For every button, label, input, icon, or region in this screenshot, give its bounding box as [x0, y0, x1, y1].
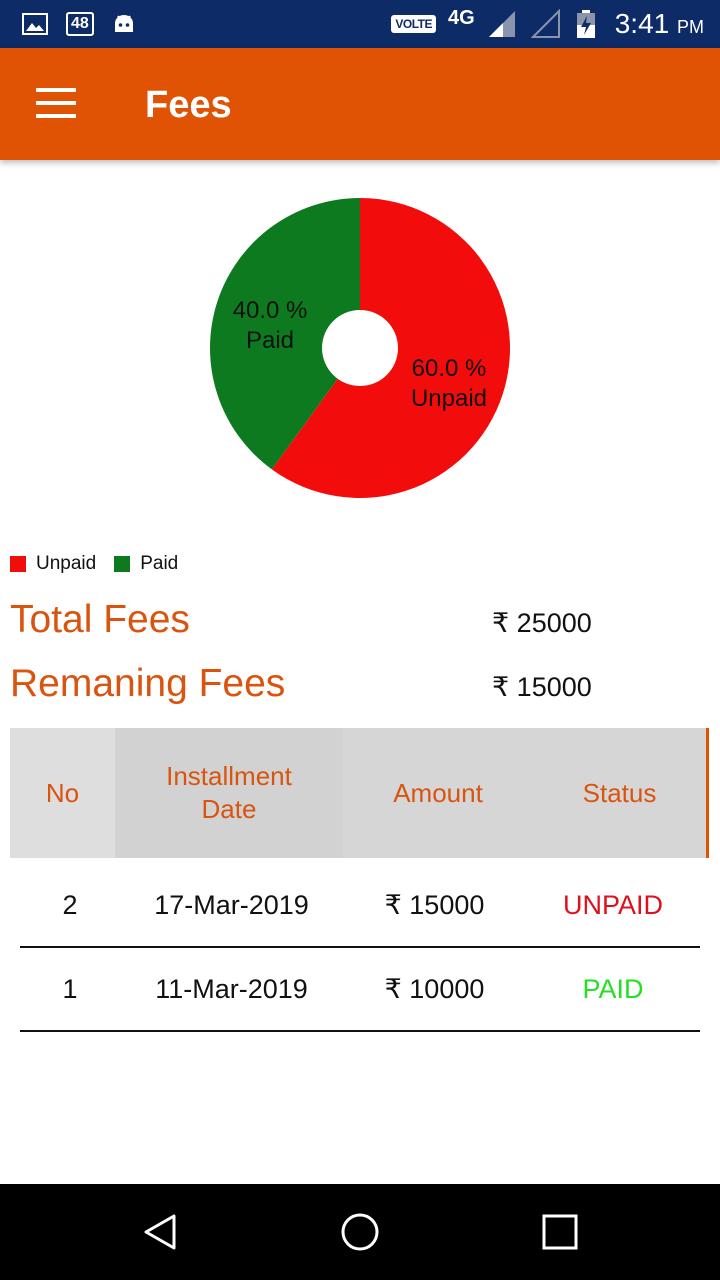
clock: 3:41 PM	[614, 8, 704, 39]
row-date: 17-Mar-2019	[154, 889, 309, 920]
back-icon[interactable]	[140, 1212, 180, 1252]
total-fees-value: ₹ 25000	[492, 608, 592, 638]
pie-center-hole	[322, 310, 398, 386]
legend-item-unpaid: Unpaid	[10, 553, 96, 575]
header-no: No	[10, 728, 115, 858]
row-status: PAID	[582, 973, 644, 1004]
row-no: 2	[62, 889, 78, 920]
legend-label-unpaid: Unpaid	[36, 553, 97, 574]
recents-icon[interactable]	[540, 1212, 580, 1252]
slice-label-unpaid: 60.0 % Unpaid	[410, 355, 488, 412]
page-title: Fees	[145, 84, 232, 126]
volte-badge: VOLTE	[391, 15, 437, 33]
row-amount: ₹ 15000	[384, 889, 485, 920]
legend-item-paid: Paid	[114, 553, 178, 575]
chart-legend: Unpaid Paid	[10, 553, 196, 575]
row-amount: ₹ 10000	[384, 973, 485, 1004]
app-bar: Fees	[0, 48, 720, 160]
slice-label-paid: 40.0 % Paid	[232, 297, 308, 354]
image-icon	[22, 13, 48, 35]
header-amount: Amount	[393, 777, 483, 808]
installment-table-header: No Installment Date Amount Status	[10, 728, 709, 858]
battery-icon	[576, 10, 595, 38]
legend-swatch-paid	[114, 556, 131, 572]
row-date: 11-Mar-2019	[155, 973, 308, 1004]
legend-swatch-unpaid	[10, 556, 26, 572]
header-status: Status	[582, 777, 657, 808]
legend-label-paid: Paid	[140, 553, 179, 574]
battery-badge: 48	[66, 12, 94, 36]
header-installment-date: Installment Date	[115, 728, 343, 858]
table-row[interactable]: 2 17-Mar-2019 ₹ 15000 UNPAID	[20, 864, 700, 948]
table-row[interactable]: 1 11-Mar-2019 ₹ 10000 PAID	[20, 948, 700, 1032]
android-icon	[114, 15, 133, 32]
hamburger-menu-icon[interactable]	[36, 88, 76, 118]
home-icon[interactable]	[340, 1212, 380, 1252]
total-fees-label: Total Fees	[10, 598, 190, 641]
remaining-fees-label: Remaning Fees	[10, 662, 286, 705]
system-nav-bar	[0, 1184, 720, 1280]
signal-empty-icon	[530, 9, 560, 38]
system-status-icons: VOLTE 4G 3:41 PM	[391, 0, 704, 48]
signal-icon	[488, 11, 515, 37]
remaining-fees-value: ₹ 15000	[492, 672, 592, 702]
network-type: 4G	[448, 6, 475, 29]
notification-icons: 48	[22, 0, 136, 48]
row-status: UNPAID	[562, 889, 663, 920]
status-bar: 48 VOLTE 4G 3:41 PM	[0, 0, 720, 48]
row-no: 1	[62, 973, 78, 1004]
